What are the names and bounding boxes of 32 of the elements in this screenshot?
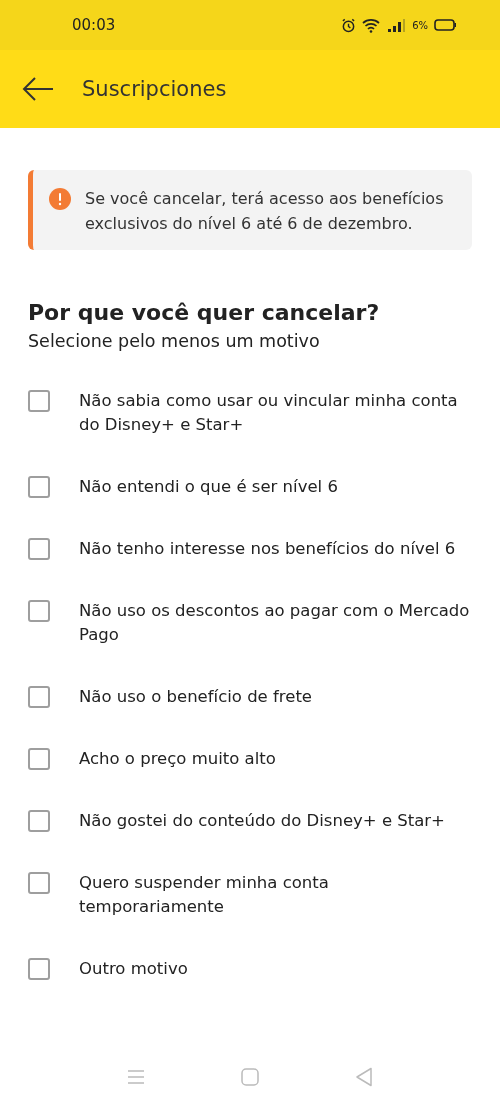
reason-label: Outro motivo <box>79 958 188 980</box>
warning-icon <box>49 188 71 210</box>
reason-label: Acho o preço muito alto <box>79 748 276 770</box>
reason-label: Não entendi o que é ser nível 6 <box>79 476 338 498</box>
checkbox[interactable] <box>28 872 50 894</box>
reason-label: Não tenho interesse nos benefícios do nível 6 <box>79 538 456 560</box>
notice-text: Se você cancelar, terá acesso aos benefícios exclusivos do nível 6 até 6 de dezembro. <box>85 188 445 235</box>
question-subtitle: Selecione pelo menos um motivo <box>28 331 321 351</box>
status-time: 00:03 <box>72 16 116 34</box>
checkbox[interactable] <box>28 476 50 498</box>
question-heading: Por que você quer cancelar? <box>28 300 381 325</box>
checkbox[interactable] <box>28 748 50 770</box>
home-icon[interactable] <box>241 1068 259 1086</box>
reason-label: Quero suspender minha conta temporariamente <box>79 872 330 918</box>
checkbox[interactable] <box>28 600 50 622</box>
checkbox[interactable] <box>28 958 50 980</box>
battery-icon <box>434 19 456 31</box>
battery-level: 6% <box>412 19 428 31</box>
checkbox[interactable] <box>28 390 50 412</box>
checkbox[interactable] <box>28 538 50 560</box>
checkbox[interactable] <box>28 810 50 832</box>
page-title: Suscripciones <box>82 77 227 101</box>
back-button[interactable] <box>22 77 54 101</box>
reason-label: Não gostei do conteúdo do Disney+ e Star+ <box>79 810 445 832</box>
signal-icon <box>388 18 407 32</box>
menu-icon[interactable] <box>127 1069 145 1085</box>
reason-label: Não uso os descontos ao pagar com o Mercado Pago <box>79 600 471 646</box>
alarm-icon <box>341 17 357 33</box>
reason-label: Não uso o benefício de frete <box>79 686 313 708</box>
reason-label: Não sabia como usar ou vincular minha conta do Disney+ e Star+ <box>79 390 459 436</box>
checkbox[interactable] <box>28 686 50 708</box>
back-icon[interactable] <box>355 1067 373 1087</box>
